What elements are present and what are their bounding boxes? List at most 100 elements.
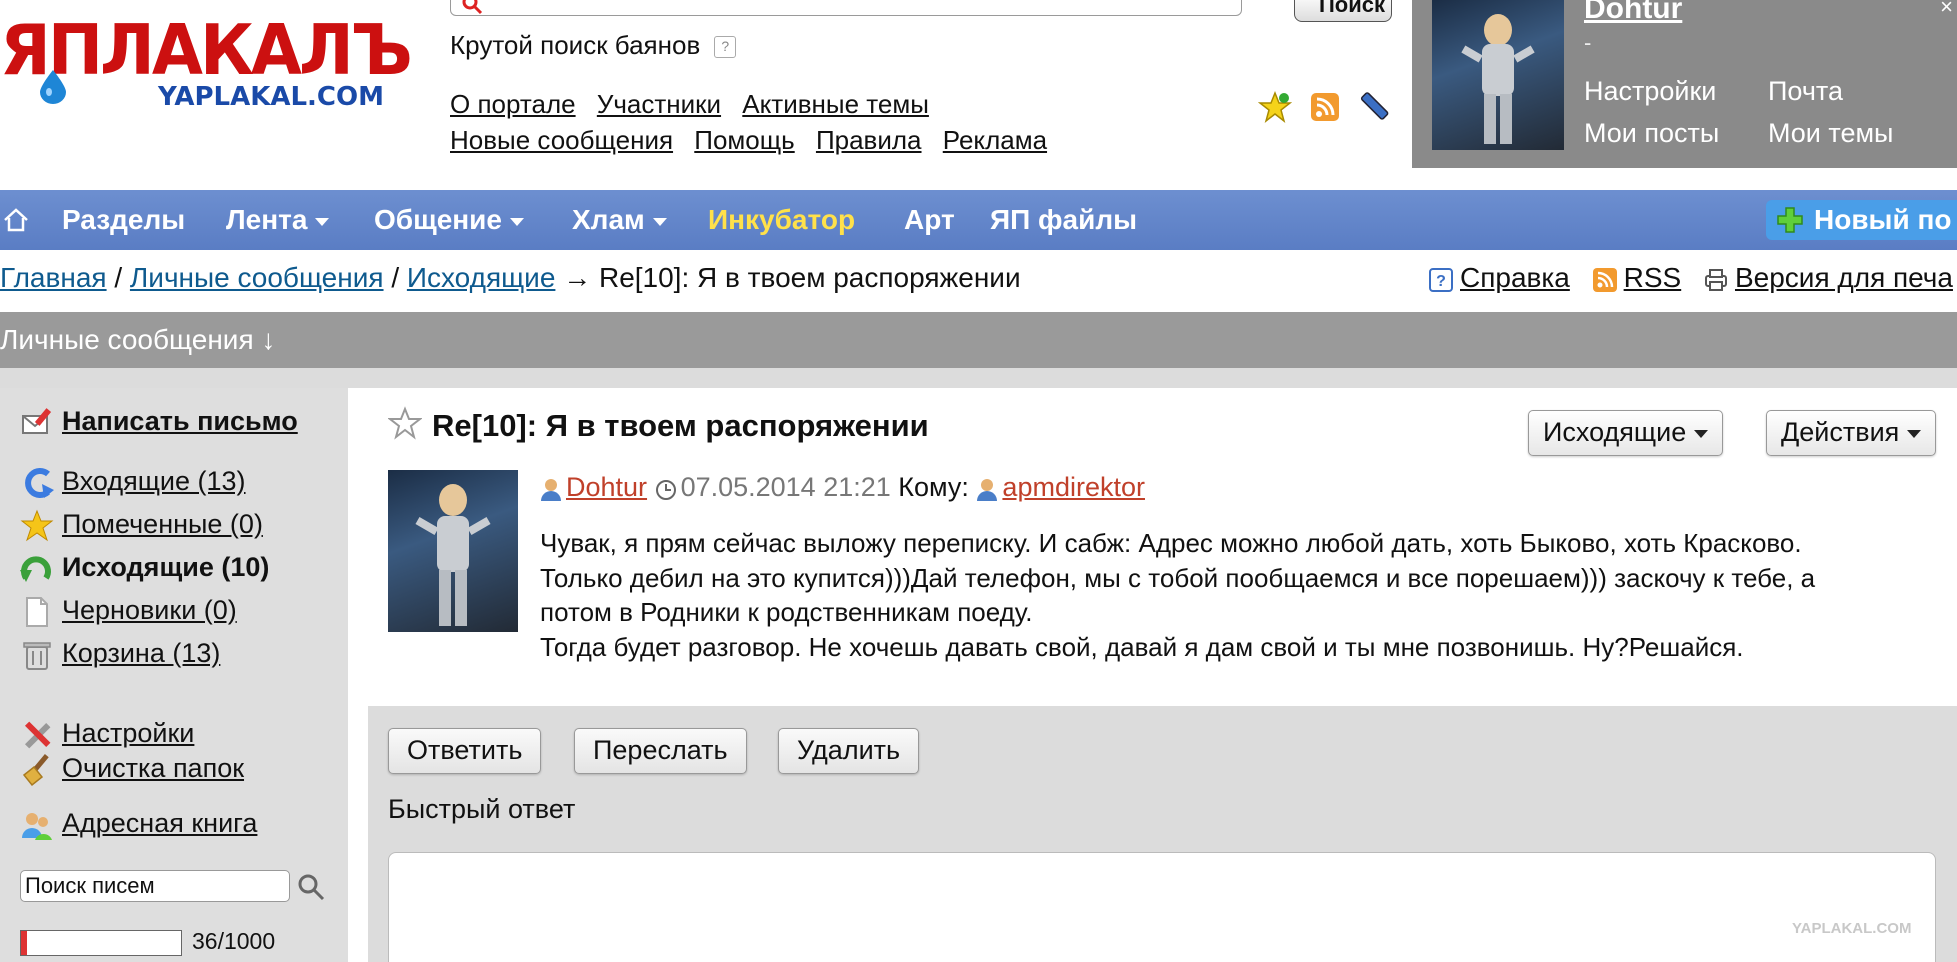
top-links: О портале Участники Активные темы Новые … [450, 86, 1061, 158]
to-label: Кому: [898, 472, 969, 502]
star-outline-icon[interactable] [388, 406, 422, 440]
favorite-star-icon[interactable] [1257, 90, 1293, 124]
folder-dropdown-label: Исходящие [1543, 417, 1687, 447]
breadcrumb-outbox[interactable]: Исходящие [407, 262, 556, 293]
quick-reply-textarea[interactable] [388, 852, 1936, 962]
nav-files[interactable]: ЯП файлы [990, 190, 1137, 250]
page-tools: ? Справка RSS Версия для печа [1414, 262, 1953, 294]
tagline-text: Крутой поиск баянов [450, 30, 701, 60]
rss-icon[interactable] [1308, 90, 1342, 124]
folder-trash[interactable]: Корзина (13) [20, 638, 220, 672]
help-link[interactable]: Справка [1460, 262, 1570, 293]
link-rules[interactable]: Правила [816, 125, 922, 155]
drop-icon [40, 70, 66, 104]
user-name[interactable]: Dohtur [1584, 0, 1682, 26]
avatar-figure-icon [415, 484, 491, 626]
folder-dropdown[interactable]: Исходящие [1528, 410, 1724, 456]
print-icon [1704, 268, 1727, 291]
nav-junk[interactable]: Хлам [572, 190, 667, 250]
link-new-messages[interactable]: Новые сообщения [450, 125, 673, 155]
folder-outbox[interactable]: Исходящие (10) [20, 552, 269, 586]
pm-settings-link[interactable]: Настройки [20, 718, 194, 752]
nav-feed[interactable]: Лента [226, 190, 330, 250]
outbox-arrow-icon [20, 556, 51, 582]
breadcrumb-arrow: → [563, 262, 592, 293]
nav-incubator[interactable]: Инкубатор [708, 190, 855, 250]
chevron-down-icon [509, 217, 524, 226]
plus-icon [1777, 207, 1803, 233]
star-icon [20, 509, 54, 542]
avatar-figure-icon [1461, 14, 1535, 144]
nav-art[interactable]: Арт [904, 190, 955, 250]
new-post-label: Новый по [1814, 204, 1952, 235]
mailbox-quota-bar [20, 930, 182, 956]
folder-inbox[interactable]: Входящие (13) [20, 466, 246, 500]
message-line: Только дебил на это купится)))Дай телефо… [540, 562, 1816, 593]
rss-icon [1592, 267, 1617, 292]
close-icon[interactable]: × [1940, 0, 1953, 20]
quick-reply-label: Быстрый ответ [388, 794, 576, 824]
compose-label: Написать письмо [62, 406, 298, 437]
link-help[interactable]: Помощь [694, 125, 794, 155]
top-links-row-2: Новые сообщения Помощь Правила Реклама [450, 122, 1061, 158]
link-members[interactable]: Участники [597, 89, 721, 119]
chevron-down-icon [315, 217, 330, 226]
breadcrumb-home[interactable]: Главная [0, 262, 107, 293]
user-avatar[interactable] [1432, 0, 1564, 150]
link-about[interactable]: О портале [450, 89, 576, 119]
clock-icon [655, 479, 676, 500]
compose-button[interactable]: Написать письмо [20, 406, 298, 440]
search-button-label: Поиск [1318, 0, 1385, 17]
message-card: Re[10]: Я в твоем распоряжении Исходящие… [368, 388, 1957, 706]
delete-button[interactable]: Удалить [778, 728, 920, 774]
svg-text:?: ? [1436, 273, 1446, 290]
logo-subtitle: YAPLAKAL.COM [158, 82, 384, 112]
folder-trash-label: Корзина (13) [62, 638, 221, 669]
reply-button[interactable]: Ответить [388, 728, 542, 774]
folder-marked[interactable]: Помеченные (0) [20, 509, 263, 543]
rss-link[interactable]: RSS [1624, 262, 1682, 293]
cleanup-label: Очистка папок [62, 753, 245, 784]
user-link-my-topics[interactable]: Мои темы [1768, 112, 1952, 154]
author-avatar[interactable] [388, 470, 518, 632]
home-icon[interactable] [2, 206, 30, 234]
watermark: YAPLAKAL.COM [1792, 920, 1912, 937]
addressbook-link[interactable]: Адресная книга [20, 808, 257, 842]
breadcrumb-pm[interactable]: Личные сообщения [130, 262, 384, 293]
search-button[interactable]: Поиск [1294, 0, 1392, 22]
nav-communication[interactable]: Общение [374, 190, 524, 250]
user-icon [977, 478, 998, 501]
pencil-icon[interactable] [1358, 90, 1392, 124]
recipient-link[interactable]: apmdirektor [1002, 472, 1145, 502]
new-post-button[interactable]: Новый по [1766, 200, 1957, 240]
user-status: - [1584, 30, 1592, 55]
help-icon[interactable]: ? [714, 36, 737, 59]
print-link[interactable]: Версия для печа [1735, 262, 1953, 293]
message-line: Тогда будет разговор. Не хочешь давать с… [540, 631, 1744, 662]
nav-sections[interactable]: Разделы [62, 190, 185, 250]
search-icon[interactable] [296, 872, 326, 902]
pm-settings-label: Настройки [62, 718, 195, 749]
site-logo[interactable]: ЯПЛАКАЛЪ YAPLAKAL.COM [0, 16, 413, 118]
cleanup-link[interactable]: Очистка папок [20, 753, 244, 787]
folder-drafts[interactable]: Черновики (0) [20, 595, 237, 629]
message-line: потом в Родники к родственникам поеду. [540, 597, 1033, 627]
chevron-down-icon [652, 217, 667, 226]
author-link[interactable]: Dohtur [566, 472, 647, 502]
mail-search-input[interactable]: Поиск писем [20, 870, 290, 902]
user-link-my-posts[interactable]: Мои посты [1584, 112, 1768, 154]
document-icon [26, 597, 48, 627]
user-link-mail[interactable]: Почта [1768, 70, 1952, 112]
site-search-input[interactable] [450, 0, 1242, 16]
addressbook-label: Адресная книга [62, 808, 258, 839]
message-view: Re[10]: Я в твоем распоряжении Исходящие… [368, 388, 1957, 962]
message-line: Чувак, я прям сейчас выложу переписку. И… [540, 528, 1802, 558]
search-icon [462, 0, 483, 15]
section-header[interactable]: Личные сообщения ↓ [0, 312, 1957, 368]
link-active-topics[interactable]: Активные темы [742, 89, 929, 119]
link-ads[interactable]: Реклама [943, 125, 1047, 155]
forward-button[interactable]: Переслать [574, 728, 747, 774]
user-link-settings[interactable]: Настройки [1584, 70, 1768, 112]
actions-dropdown[interactable]: Действия [1766, 410, 1937, 456]
trash-icon [23, 642, 51, 670]
